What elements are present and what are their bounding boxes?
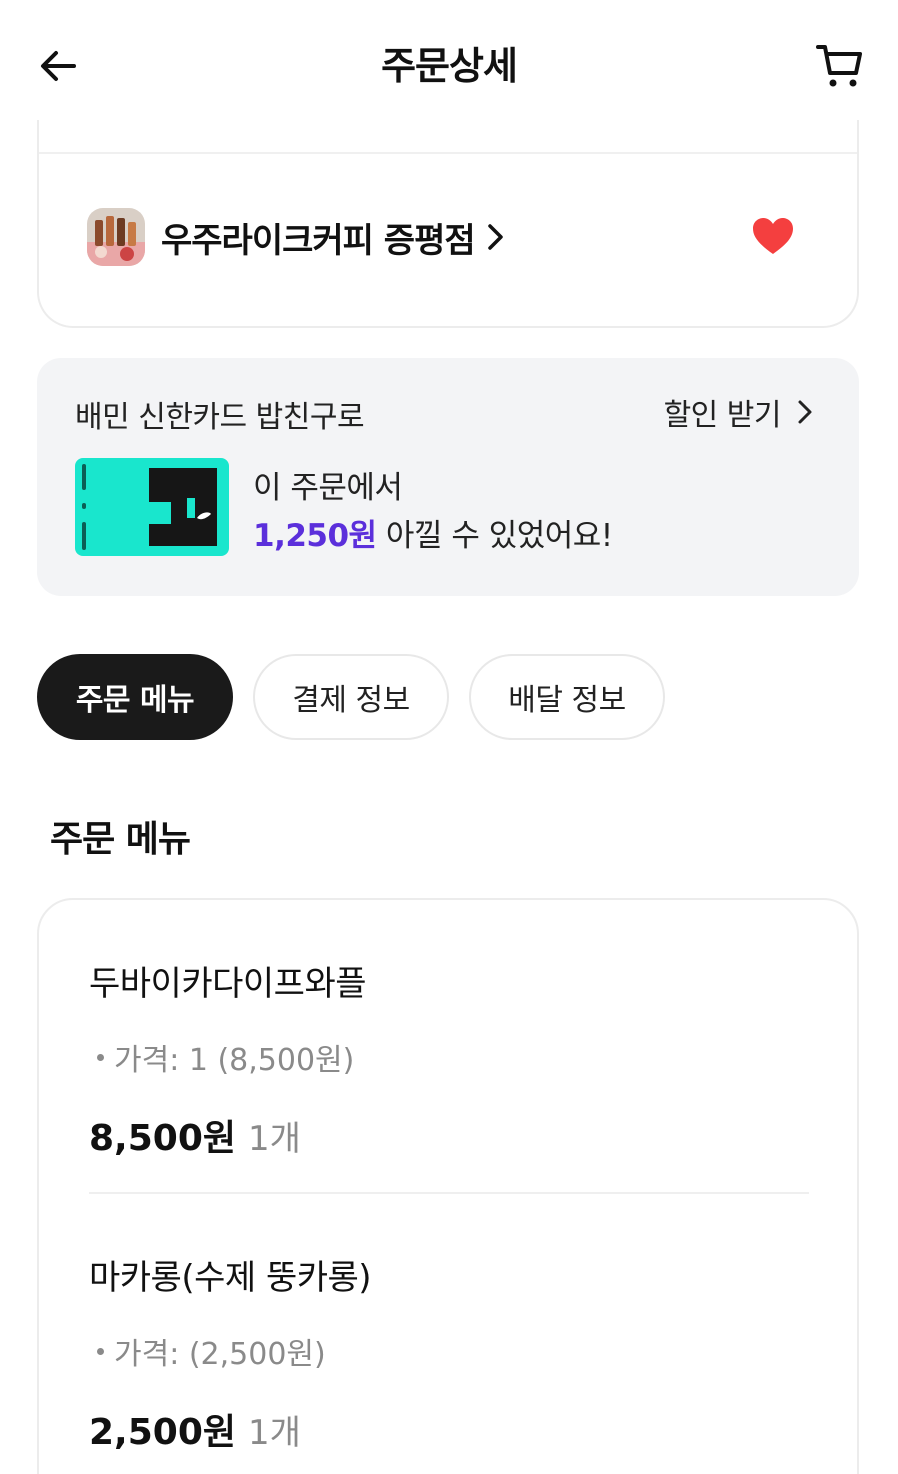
- divider: [89, 1192, 809, 1194]
- menu-item-name: 두바이카다이프와플: [89, 964, 367, 1004]
- page-title: 주문상세: [381, 44, 518, 88]
- divider: [39, 152, 857, 154]
- menu-item-price: 8,500원: [89, 1118, 236, 1159]
- order-menu-card: 두바이카다이프와플 가격: 1 (8,500원) 8,500원 1개 마카롱(수…: [37, 898, 859, 1474]
- detail-tabs: 주문 메뉴 결제 정보 배달 정보: [37, 654, 665, 740]
- menu-item-option: 가격: 1 (8,500원): [89, 1035, 811, 1079]
- get-discount-link[interactable]: 할인 받기: [664, 390, 815, 434]
- tab-order-menu[interactable]: 주문 메뉴: [37, 654, 233, 740]
- top-app-bar: 주문상세: [0, 0, 898, 120]
- card-promo-banner: 배민 신한카드 밥친구로 할인 받기 이 주문에서 1,250원 아낄 수 있었…: [37, 358, 859, 596]
- menu-item-price: 2,500원: [89, 1412, 236, 1453]
- favorite-heart-icon[interactable]: [751, 216, 795, 256]
- menu-item-price-row: 2,500원 1개: [89, 1403, 811, 1455]
- bullet-icon: [97, 1347, 104, 1355]
- store-link[interactable]: 우주라이크커피 증평점: [87, 208, 507, 266]
- promo-line1: 이 주문에서: [253, 470, 403, 506]
- menu-item-option-text: 가격: (2,500원): [114, 1337, 326, 1372]
- menu-item-price-row: 8,500원 1개: [89, 1109, 811, 1161]
- tab-delivery-info[interactable]: 배달 정보: [469, 654, 665, 740]
- store-name: 우주라이크커피 증평점: [161, 220, 476, 261]
- promo-amount: 1,250원: [253, 518, 377, 554]
- list-item: 두바이카다이프와플 가격: 1 (8,500원) 8,500원 1개: [89, 956, 811, 1161]
- cart-button[interactable]: [810, 36, 870, 96]
- menu-item-option-text: 가격: 1 (8,500원): [114, 1043, 355, 1078]
- menu-item-option: 가격: (2,500원): [89, 1329, 811, 1373]
- chevron-right-icon: [798, 400, 812, 424]
- promo-line2: 1,250원 아낄 수 있었어요!: [253, 510, 613, 555]
- store-thumbnail: [87, 208, 145, 266]
- promo-title: 배민 신한카드 밥친구로: [75, 400, 365, 435]
- menu-item-qty: 1개: [248, 1413, 301, 1453]
- chevron-right-icon: [485, 222, 507, 252]
- section-title: 주문 메뉴: [50, 819, 191, 860]
- menu-item-name: 마카롱(수제 뚱카롱): [89, 1258, 372, 1298]
- tab-payment-info[interactable]: 결제 정보: [253, 654, 449, 740]
- list-item: 마카롱(수제 뚱카롱) 가격: (2,500원) 2,500원 1개: [89, 1250, 811, 1455]
- bullet-icon: [97, 1053, 104, 1061]
- store-card: 우주라이크커피 증평점: [37, 90, 859, 328]
- menu-item-qty: 1개: [248, 1119, 301, 1159]
- shinhan-card-image: [75, 458, 229, 556]
- cart-icon: [816, 45, 862, 87]
- promo-line2-text: 아낄 수 있었어요!: [376, 518, 613, 554]
- get-discount-label: 할인 받기: [663, 398, 782, 433]
